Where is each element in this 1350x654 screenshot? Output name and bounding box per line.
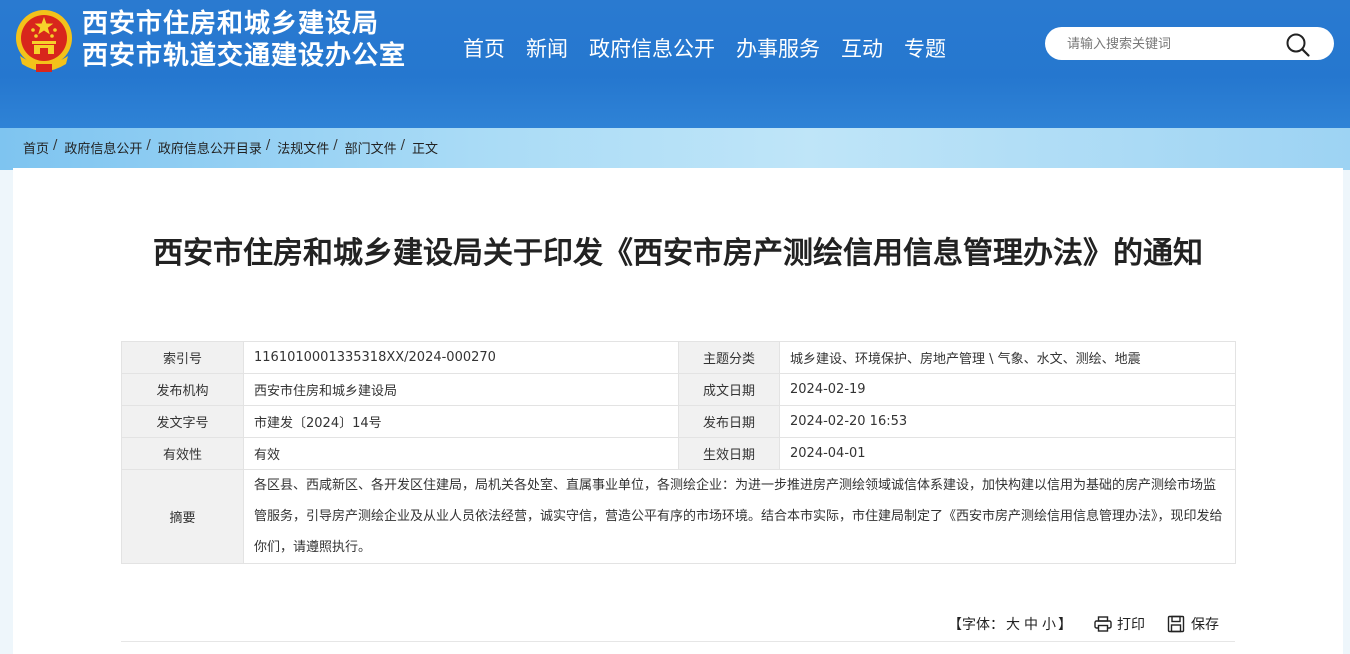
breadcrumb-item-department-docs[interactable]: 部门文件	[345, 138, 397, 157]
issuer-value: 西安市住房和城乡建设局	[243, 373, 679, 406]
divider	[121, 641, 1235, 642]
breadcrumb-separator: /	[400, 138, 406, 153]
article-tools: 【字体： 大 中 小 】 打印 保存	[948, 614, 1219, 634]
publish-date-label: 发布日期	[678, 405, 780, 438]
table-row: 发文字号 市建发〔2024〕14号 发布日期 2024-02-20 16:53	[121, 405, 1236, 438]
main-nav: 首页 新闻 政府信息公开 办事服务 互动 专题	[463, 34, 967, 64]
breadcrumb-separator: /	[265, 138, 271, 153]
nav-item-gov-info[interactable]: 政府信息公开	[589, 34, 715, 64]
breadcrumb-item-catalog[interactable]: 政府信息公开目录	[158, 138, 262, 157]
issuer-label: 发布机构	[121, 373, 244, 406]
save-icon	[1167, 615, 1185, 633]
category-label: 主题分类	[678, 341, 780, 374]
table-row: 索引号 1161010001335318XX/2024-000270 主题分类 …	[121, 341, 1236, 374]
nav-item-topics[interactable]: 专题	[904, 34, 946, 64]
font-size-prefix: 【字体：	[948, 617, 1004, 633]
search-input[interactable]	[1067, 34, 1287, 54]
save-label: 保存	[1191, 617, 1219, 633]
org-name-secondary[interactable]: 西安市轨道交通建设办公室	[82, 40, 406, 72]
doc-number-value: 市建发〔2024〕14号	[243, 405, 679, 438]
breadcrumb-separator: /	[53, 138, 58, 153]
validity-label: 有效性	[121, 437, 244, 470]
font-size-large-button[interactable]: 大	[1006, 614, 1020, 634]
org-name-block: 西安市住房和城乡建设局 西安市轨道交通建设办公室	[82, 8, 406, 72]
validity-value: 有效	[243, 437, 679, 470]
publish-date-value: 2024-02-20 16:53	[779, 405, 1236, 438]
nav-item-services[interactable]: 办事服务	[736, 34, 820, 64]
index-label: 索引号	[121, 341, 244, 374]
print-label: 打印	[1117, 617, 1145, 633]
created-date-value: 2024-02-19	[779, 373, 1236, 406]
effective-date-value: 2024-04-01	[779, 437, 1236, 470]
printer-icon	[1094, 616, 1112, 632]
breadcrumb-item-current: 正文	[412, 142, 439, 157]
abstract-value: 各区县、西咸新区、各开发区住建局，局机关各处室、直属事业单位，各测绘企业：为进一…	[243, 469, 1236, 564]
created-date-label: 成文日期	[678, 373, 780, 406]
page-title: 西安市住房和城乡建设局关于印发《西安市房产测绘信用信息管理办法》的通知	[153, 236, 1203, 271]
font-size-small-button[interactable]: 小	[1042, 614, 1056, 634]
abstract-label: 摘要	[121, 469, 244, 564]
breadcrumb-item-regulations[interactable]: 法规文件	[277, 138, 329, 157]
effective-date-label: 生效日期	[678, 437, 780, 470]
print-button[interactable]: 打印	[1094, 614, 1145, 634]
national-emblem-icon[interactable]	[14, 8, 74, 74]
org-name-primary[interactable]: 西安市住房和城乡建设局	[82, 8, 406, 40]
table-row: 摘要 各区县、西咸新区、各开发区住建局，局机关各处室、直属事业单位，各测绘企业：…	[121, 469, 1236, 564]
breadcrumb: 首页 / 政府信息公开 / 政府信息公开目录 / 法规文件 / 部门文件 / 正…	[23, 138, 438, 157]
index-value: 1161010001335318XX/2024-000270	[243, 341, 679, 374]
breadcrumb-separator: /	[333, 138, 338, 153]
doc-number-label: 发文字号	[121, 405, 244, 438]
table-row: 发布机构 西安市住房和城乡建设局 成文日期 2024-02-19	[121, 373, 1236, 406]
breadcrumb-separator: /	[146, 138, 151, 153]
search-icon[interactable]	[1285, 32, 1311, 58]
font-size-medium-button[interactable]: 中	[1024, 614, 1038, 634]
table-row: 有效性 有效 生效日期 2024-04-01	[121, 437, 1236, 470]
nav-item-news[interactable]: 新闻	[526, 34, 568, 64]
document-metadata-table: 索引号 1161010001335318XX/2024-000270 主题分类 …	[121, 341, 1236, 564]
save-button[interactable]: 保存	[1167, 614, 1219, 634]
breadcrumb-item-home[interactable]: 首页	[23, 138, 49, 157]
font-size-suffix: 】	[1058, 617, 1072, 633]
nav-item-home[interactable]: 首页	[463, 34, 505, 64]
breadcrumb-item-gov-info[interactable]: 政府信息公开	[64, 138, 142, 157]
category-value: 城乡建设、环境保护、房地产管理 \ 气象、水文、测绘、地震	[779, 341, 1236, 374]
nav-item-interaction[interactable]: 互动	[841, 34, 883, 64]
